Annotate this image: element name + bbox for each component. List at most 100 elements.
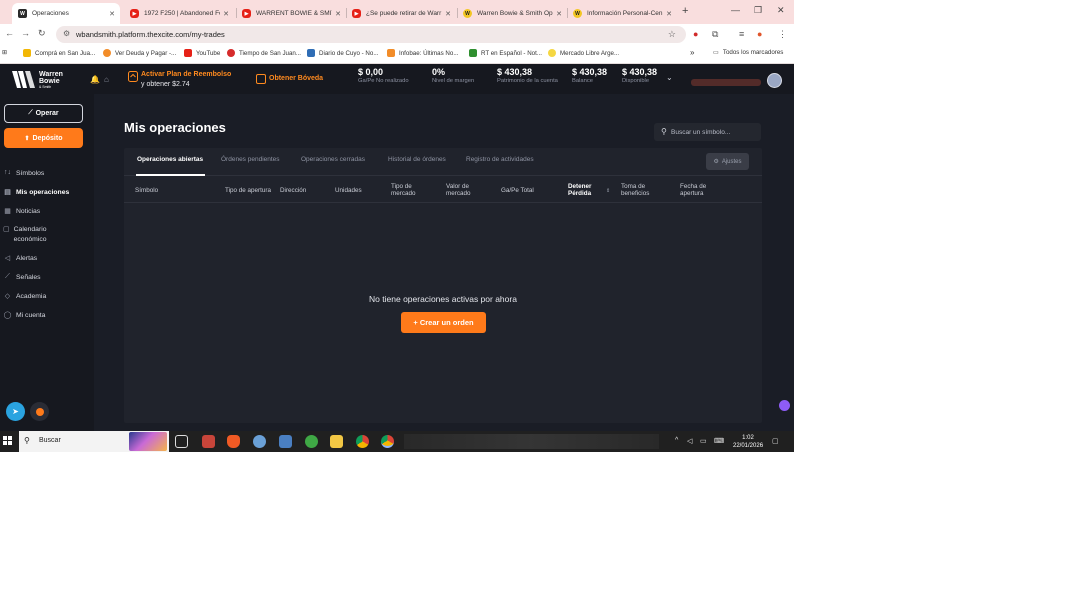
brave-icon[interactable]: [227, 435, 240, 448]
bookmark-item[interactable]: Infobae: Últimas No...: [387, 49, 459, 57]
url-text[interactable]: wbandsmith.platform.thexcite.com/my-trad…: [76, 30, 225, 39]
browser-tab-3[interactable]: ▶ WARRENT BOWIE & SMITH ✕: [236, 3, 346, 24]
extensions-icon[interactable]: ⧉: [712, 29, 718, 40]
create-order-button[interactable]: + Crear un orden: [401, 312, 486, 333]
site-info-icon[interactable]: ⚙: [63, 29, 70, 38]
bookmark-item[interactable]: Mercado Libre Arge...: [548, 49, 619, 57]
bookmark-item[interactable]: Tiempo de San Juan...: [227, 49, 301, 57]
apps-icon[interactable]: ⊞: [2, 49, 7, 56]
bookmark-star-icon[interactable]: ☆: [668, 29, 676, 40]
settings-button[interactable]: ⚙ Ajustes: [706, 153, 749, 170]
profile-icon[interactable]: ●: [757, 29, 762, 39]
speaker-icon[interactable]: ◁: [687, 437, 692, 445]
notifications-icon[interactable]: ▢: [772, 437, 779, 445]
browser-tab-2[interactable]: ▶ 1972 F250 | Abandoned Fo ✕: [124, 3, 234, 24]
clock[interactable]: 1:02 22/01/2026: [733, 434, 763, 450]
col-detener-perdida[interactable]: Detener Pérdida: [568, 183, 604, 197]
close-tab-icon[interactable]: ✕: [335, 10, 341, 18]
all-bookmarks-button[interactable]: ▭ Todos los marcadores: [713, 49, 783, 56]
assistant-icon[interactable]: [779, 400, 790, 411]
chrome-active-icon[interactable]: [381, 435, 394, 448]
chat-icon[interactable]: [30, 402, 49, 421]
close-tab-icon[interactable]: ✕: [556, 10, 562, 18]
tab-registro-actividades[interactable]: Registro de actividades: [466, 156, 534, 163]
reload-icon[interactable]: ↻: [38, 28, 46, 39]
sidebar-item-mi-cuenta[interactable]: ◯ Mi cuenta: [3, 311, 46, 321]
telegram-icon[interactable]: ➤: [6, 402, 25, 421]
opera-icon[interactable]: ●: [693, 29, 698, 39]
forward-icon[interactable]: →: [21, 28, 30, 38]
tab-operaciones-abiertas[interactable]: Operaciones abiertas: [137, 156, 203, 163]
user-name-redacted[interactable]: [691, 79, 761, 86]
search-input[interactable]: [671, 126, 756, 138]
browser-toolbar: ← → ↻ ⚙ wbandsmith.platform.thexcite.com…: [0, 24, 794, 45]
new-tab-button[interactable]: +: [682, 5, 688, 17]
col-tipo-apertura[interactable]: Tipo de apertura: [225, 187, 271, 194]
browser-tab-5[interactable]: W Warren Bowie & Smith Op ✕: [457, 3, 567, 24]
deposit-button[interactable]: ⬆ Depósito: [4, 128, 83, 148]
sidebar-item-senales[interactable]: ⟋ Señales: [3, 273, 41, 283]
app-icon[interactable]: [305, 435, 318, 448]
sidebar-item-mis-operaciones[interactable]: ▤ Mis operaciones: [3, 188, 69, 198]
bookmark-item[interactable]: Comprá en San Jua...: [23, 49, 95, 57]
col-tipo-mercado[interactable]: Tipo de mercado: [391, 183, 431, 197]
close-tab-icon[interactable]: ✕: [223, 10, 229, 18]
browser-tab-6[interactable]: W Información Personal-Cen ✕: [567, 3, 677, 24]
tab-historial-ordenes[interactable]: Historial de órdenes: [388, 156, 446, 163]
restore-icon[interactable]: ❐: [754, 5, 762, 16]
close-tab-icon[interactable]: ✕: [445, 10, 451, 18]
symbol-search[interactable]: ⚲: [654, 123, 761, 141]
bookmark-item[interactable]: Ver Deuda y Pagar -...: [103, 49, 176, 57]
menu-icon[interactable]: ⋮: [778, 29, 787, 40]
sidebar-item-noticias[interactable]: ▦ Noticias: [3, 207, 40, 217]
col-simbolo[interactable]: Símbolo: [135, 187, 158, 194]
col-direccion[interactable]: Dirección: [280, 187, 306, 194]
address-bar[interactable]: ⚙ wbandsmith.platform.thexcite.com/my-tr…: [56, 26, 686, 43]
col-unidades[interactable]: Unidades: [335, 187, 362, 194]
col-toma-beneficios[interactable]: Toma de beneficios: [621, 183, 661, 197]
empty-state-message: No tiene operaciones activas por ahora: [369, 294, 517, 304]
trade-button[interactable]: ⟋ Operar: [4, 104, 83, 123]
taskbar-search[interactable]: ⚲ Buscar: [19, 431, 169, 452]
windows-start-icon[interactable]: [3, 436, 13, 446]
tab-ordenes-pendientes[interactable]: Órdenes pendientes: [221, 156, 280, 163]
sidebar-item-academia[interactable]: ◇ Academia: [3, 292, 46, 302]
close-window-icon[interactable]: ✕: [777, 5, 785, 16]
more-bookmarks-button[interactable]: »: [690, 48, 694, 57]
close-tab-icon[interactable]: ✕: [666, 10, 672, 18]
trades-tabs: Operaciones abiertas Órdenes pendientes …: [124, 148, 762, 176]
task-view-icon[interactable]: [175, 435, 188, 448]
close-tab-icon[interactable]: ✕: [109, 10, 115, 18]
page-title: Mis operaciones: [124, 120, 226, 135]
browser-tab-4[interactable]: ▶ ¿Se puede retirar de Warr ✕: [346, 3, 456, 24]
sidebar-item-alertas[interactable]: ◁ Alertas: [3, 254, 37, 264]
network-icon[interactable]: ▭: [700, 437, 707, 445]
col-valor-mercado[interactable]: Valor de mercado: [446, 183, 486, 197]
bookmark-item[interactable]: RT en Español - Not...: [469, 49, 542, 57]
bookmark-item[interactable]: YouTube: [184, 49, 220, 57]
col-gape-total[interactable]: Ga/Pe Total: [501, 187, 534, 194]
bell-icon[interactable]: 🔔: [90, 75, 100, 84]
bookmark-item[interactable]: Diario de Cuyo - No...: [307, 49, 379, 57]
get-vault-link[interactable]: Obtener Bóveda: [269, 75, 323, 82]
file-explorer-icon[interactable]: [330, 435, 343, 448]
sidebar-item-simbolos[interactable]: ↑↓ Símbolos: [3, 169, 44, 179]
app-icon[interactable]: [253, 435, 266, 448]
refund-plan-link[interactable]: Activar Plan de Reembolso: [141, 71, 231, 78]
gift-icon[interactable]: ⌂: [104, 75, 109, 84]
chrome-icon[interactable]: [356, 435, 369, 448]
col-fecha-apertura[interactable]: Fecha de apertura: [680, 183, 720, 197]
calculator-icon[interactable]: [279, 435, 292, 448]
chevron-down-icon[interactable]: ⌄: [666, 73, 673, 82]
app-icon[interactable]: [202, 435, 215, 448]
tab-operaciones-cerradas[interactable]: Operaciones cerradas: [301, 156, 365, 163]
sidebar-item-calendario[interactable]: ▢ Calendario económico: [3, 225, 63, 245]
media-icon[interactable]: ≡: [739, 29, 744, 39]
back-icon[interactable]: ←: [5, 28, 14, 38]
avatar[interactable]: [767, 73, 782, 88]
sort-icon[interactable]: ⇕: [606, 188, 610, 194]
chevron-up-icon[interactable]: ^: [675, 437, 678, 444]
browser-tab-operaciones[interactable]: W Operaciones ✕: [12, 3, 120, 24]
minimize-icon[interactable]: —: [731, 5, 740, 15]
keyboard-icon[interactable]: ⌨: [714, 437, 724, 445]
